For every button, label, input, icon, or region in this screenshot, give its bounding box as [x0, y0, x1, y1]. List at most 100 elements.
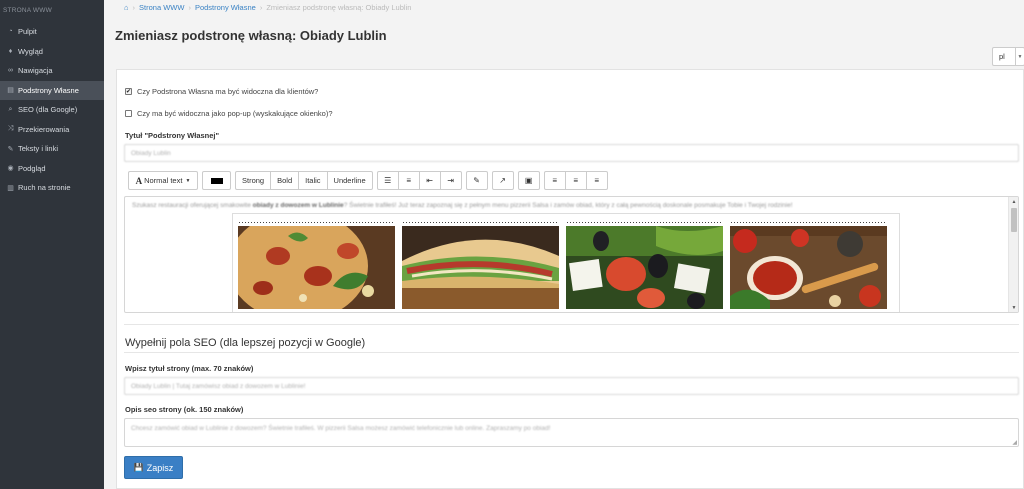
greek-salad-image[interactable]	[566, 221, 723, 309]
tortilla-picture	[402, 226, 559, 309]
sidebar-item-label: Podstrony Własne	[18, 85, 79, 95]
editor-text: Szukasz restauracji oferującej smakowite…	[132, 202, 793, 209]
visible-checkbox-label: Czy Podstrona Własna ma być widoczna dla…	[137, 87, 319, 96]
breadcrumb-strona-www[interactable]: Strona WWW	[139, 3, 184, 12]
color-button[interactable]	[202, 171, 231, 190]
link-icon: ∞	[8, 67, 13, 75]
bold-button[interactable]: Bold	[270, 171, 300, 190]
seo-title-label: Wpisz tytuł strony (max. 70 znaków)	[125, 364, 254, 373]
align-right-icon[interactable]: ≡	[585, 171, 608, 190]
editor-scrollbar[interactable]: ▲ ▼	[1008, 197, 1018, 312]
edit-form-panel: ✔ Czy Podstrona Własna ma być widoczna d…	[116, 69, 1024, 489]
tile-border	[402, 221, 559, 224]
divider	[124, 324, 1019, 325]
ordered-list-icon[interactable]: ≡	[397, 171, 420, 190]
editor-toolbar: A Normal text ▼ Strong Bold Italic Under…	[128, 171, 612, 190]
toolbar-group-share: ↗	[491, 171, 514, 190]
home-icon[interactable]: ⌂	[124, 3, 129, 12]
title-label: Tytuł "Podstrony Własnej"	[125, 131, 220, 140]
sidebar-item-label: Wygląd	[18, 46, 43, 56]
divider	[124, 352, 1019, 353]
sidebar-item-label: Pulpit	[18, 27, 37, 37]
breadcrumb-separator: ›	[132, 3, 136, 12]
resize-handle-icon[interactable]: ◢	[1012, 439, 1017, 446]
sidebar-item-wyglad[interactable]: ♦ Wygląd	[0, 42, 104, 62]
align-left-icon[interactable]: ≡	[543, 171, 566, 190]
seo-description-textarea[interactable]: Chcesz zamówić obiad w Lublinie z dowoze…	[124, 418, 1019, 447]
sidebar-item-podglad[interactable]: ◉ Podgląd	[0, 159, 104, 179]
chevron-down-icon[interactable]: ▼	[1015, 48, 1024, 65]
tile-border	[238, 221, 395, 224]
seo-title-input[interactable]: Obiady Lublin | Tutaj zamówisz obiad z d…	[124, 377, 1019, 395]
editor-text-bold: obiady z dowozem w Lublinie	[252, 202, 344, 209]
file-icon: ▤	[7, 87, 14, 95]
toolbar-group-link: ✎	[465, 171, 488, 190]
toolbar-group-align: ≡ ≡ ≡	[543, 171, 608, 190]
strong-button[interactable]: Strong	[235, 171, 272, 190]
image-gallery	[232, 213, 900, 312]
share-icon[interactable]: ↗	[491, 171, 514, 190]
title-input[interactable]: Obiady Lublin	[124, 144, 1019, 162]
visible-checkbox-row[interactable]: ✔ Czy Podstrona Własna ma być widoczna d…	[125, 87, 318, 96]
sidebar-item-label: SEO (dla Google)	[18, 105, 78, 115]
random-icon: ⤨	[7, 125, 14, 133]
sidebar: STRONA WWW ◔ Pulpit ♦ Wygląd ∞ Nawigacja ▤ P…	[0, 0, 104, 489]
breadcrumb-separator: ›	[188, 3, 191, 12]
align-center-icon[interactable]: ≡	[564, 171, 587, 190]
sidebar-item-label: Nawigacja	[18, 66, 53, 76]
language-select[interactable]: pl ▼	[992, 47, 1024, 66]
rich-text-editor[interactable]: Szukasz restauracji oferującej smakowite…	[124, 196, 1019, 313]
tortilla-wrap-image[interactable]	[402, 221, 559, 309]
toolbar-group-format: A Normal text ▼	[128, 171, 198, 190]
image-icon[interactable]: ▣	[517, 171, 540, 190]
toolbar-group-color	[202, 171, 231, 190]
popup-checkbox-label: Czy ma być widoczna jako pop-up (wyskaku…	[137, 109, 333, 118]
sidebar-item-nawigacja[interactable]: ∞ Nawigacja	[0, 61, 104, 81]
popup-checkbox[interactable]	[125, 110, 132, 117]
breadcrumb-current: Zmieniasz podstronę własną: Obiady Lubli…	[266, 3, 412, 12]
outdent-icon[interactable]: ⇤	[418, 171, 441, 190]
caret-down-icon: ▼	[185, 177, 191, 184]
toolbar-group-image: ▣	[517, 171, 540, 190]
pizza-image[interactable]	[238, 221, 395, 309]
tint-icon: ♦	[8, 47, 13, 55]
eye-icon: ◉	[7, 165, 14, 173]
sidebar-item-label: Ruch na stronie	[18, 183, 71, 193]
language-value: pl	[999, 52, 1005, 61]
editor-text-part: ? Świetnie trafiłeś! Już teraz zapoznaj …	[343, 202, 793, 209]
sidebar-item-ruch-na-stronie[interactable]: ▥ Ruch na stronie	[0, 178, 104, 198]
italic-button[interactable]: Italic	[298, 171, 328, 190]
tomato-spoon-image[interactable]	[730, 221, 887, 309]
save-button[interactable]: 💾 Zapisz	[124, 456, 183, 479]
link-pencil-icon[interactable]: ✎	[465, 171, 488, 190]
toolbar-group-emphasis: Strong Bold Italic Underline	[235, 171, 373, 190]
popup-checkbox-row[interactable]: Czy ma być widoczna jako pop-up (wyskaku…	[125, 109, 333, 118]
underline-button[interactable]: Underline	[326, 171, 373, 190]
breadcrumb-podstrony-wlasne[interactable]: Podstrony Własne	[195, 3, 256, 12]
unordered-list-icon[interactable]: ☰	[376, 171, 399, 190]
scroll-up-icon[interactable]: ▲	[1009, 197, 1018, 206]
editor-text-part: Szukasz restauracji oferującej smakowite	[132, 202, 253, 209]
seo-description-label: Opis seo strony (ok. 150 znaków)	[125, 405, 244, 414]
visible-checkbox[interactable]: ✔	[125, 88, 132, 95]
sidebar-item-podstrony-wlasne[interactable]: ▤ Podstrony Własne	[0, 80, 104, 100]
seo-description-value: Chcesz zamówić obiad w Lublinie z dowoze…	[131, 425, 551, 432]
sidebar-item-teksty-i-linki[interactable]: ✎ Teksty i linki	[0, 139, 104, 159]
sidebar-item-label: Przekierowania	[18, 124, 70, 134]
sidebar-item-pulpit[interactable]: ◔ Pulpit	[0, 22, 104, 42]
search-icon: ⌕	[8, 105, 13, 113]
sidebar-item-label: Podgląd	[18, 163, 46, 173]
sidebar-item-przekierowania[interactable]: ⤨ Przekierowania	[0, 120, 104, 140]
page-title: Zmieniasz podstronę własną: Obiady Lubli…	[115, 28, 387, 43]
sidebar-item-label: Teksty i linki	[18, 144, 59, 154]
pizza-picture	[238, 226, 395, 309]
tomato-picture	[730, 226, 887, 309]
indent-icon[interactable]: ⇥	[439, 171, 462, 190]
tile-border	[566, 221, 723, 224]
normal-text-dropdown[interactable]: A Normal text ▼	[128, 171, 198, 190]
breadcrumb-separator: ›	[259, 3, 263, 12]
scrollbar-thumb[interactable]	[1011, 208, 1017, 232]
sidebar-item-seo[interactable]: ⌕ SEO (dla Google)	[0, 100, 104, 120]
scroll-down-icon[interactable]: ▼	[1009, 303, 1018, 312]
seo-section-title: Wypełnij pola SEO (dla lepszej pozycji w…	[125, 337, 366, 349]
